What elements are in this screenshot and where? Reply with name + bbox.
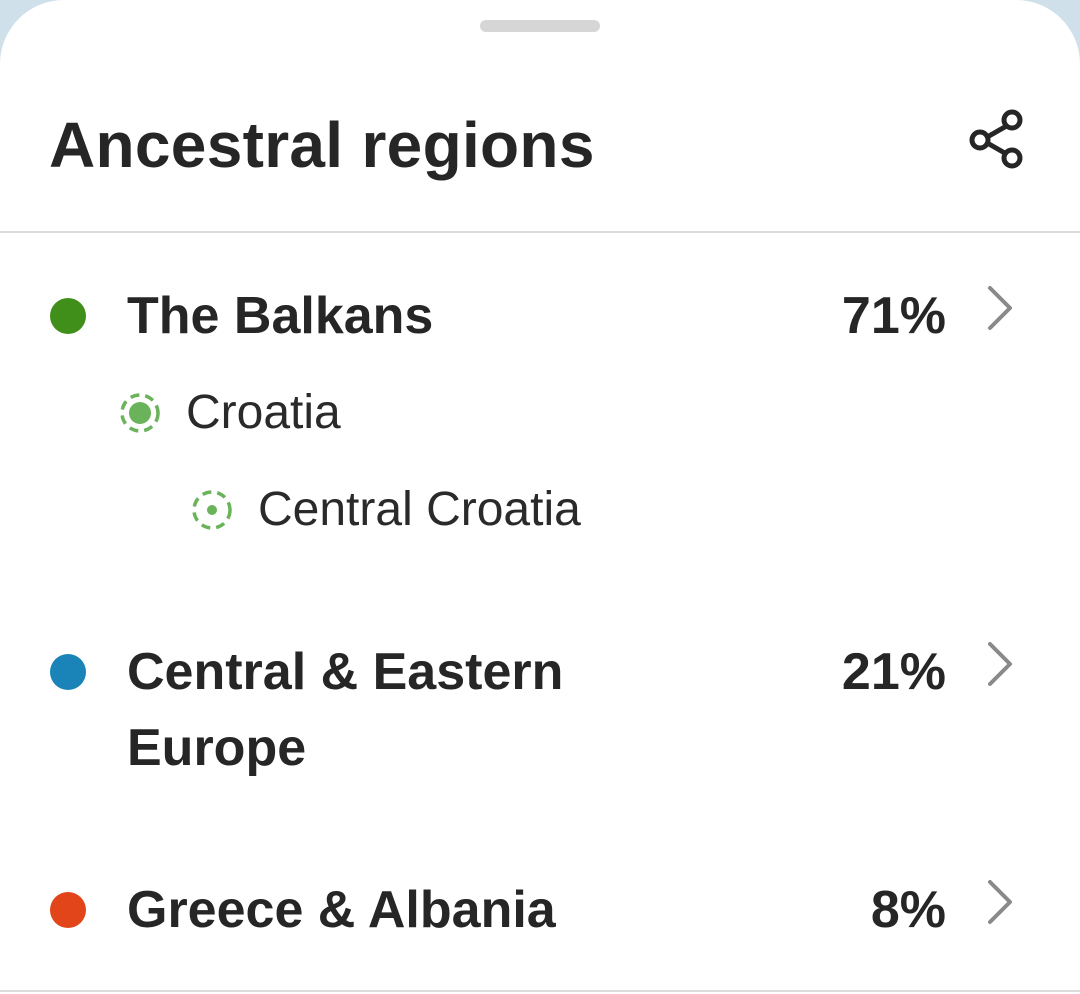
region-percent: 8% — [870, 881, 946, 939]
subregion-label: Central Croatia — [258, 483, 581, 536]
header-divider — [0, 231, 1080, 233]
region-row-central-eastern-europe[interactable]: Central & Eastern Europe 21% — [0, 634, 1080, 794]
region-color-dot — [50, 298, 86, 334]
chevron-right-icon[interactable] — [980, 280, 1020, 336]
page-title: Ancestral regions — [49, 109, 595, 181]
region-percent: 21% — [841, 643, 946, 701]
footer-divider — [0, 990, 1080, 992]
region-name: Greece & Albania — [127, 881, 556, 939]
chevron-right-icon[interactable] — [980, 636, 1020, 692]
share-button[interactable] — [958, 100, 1034, 176]
subregion-item-central-croatia: Central Croatia — [190, 478, 581, 542]
drag-handle[interactable] — [480, 20, 600, 32]
subregion-item-croatia: Croatia — [118, 381, 341, 445]
region-color-dot — [50, 892, 86, 928]
ancestral-regions-sheet: Ancestral regions The Balkans 71% Croati… — [0, 0, 1080, 994]
subregion-label: Croatia — [186, 386, 341, 439]
chevron-right-icon[interactable] — [980, 874, 1020, 930]
share-icon — [969, 109, 1023, 169]
region-row-greece-albania[interactable]: Greece & Albania 8% — [0, 872, 1080, 962]
region-percent: 71% — [841, 287, 946, 345]
region-color-dot — [50, 654, 86, 690]
dashed-location-ring-icon — [192, 490, 232, 530]
dashed-location-ring-icon — [120, 393, 160, 433]
region-row-balkans[interactable]: The Balkans 71% Croatia Central Croatia — [0, 278, 1080, 578]
region-name: The Balkans — [127, 287, 434, 345]
region-name: Central & Eastern Europe — [127, 643, 564, 777]
